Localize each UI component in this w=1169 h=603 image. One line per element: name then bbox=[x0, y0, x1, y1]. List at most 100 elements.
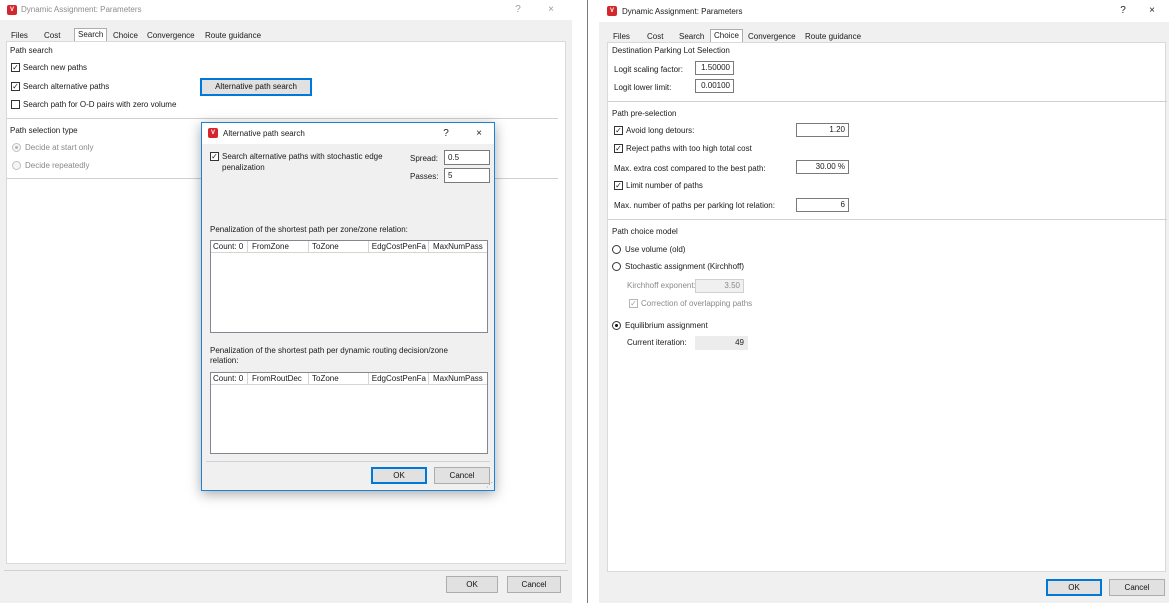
decide-at-start-radio[interactable] bbox=[12, 143, 21, 152]
kirchhoff-label: Kirchhoff exponent: bbox=[627, 281, 696, 290]
search-new-paths-checkbox[interactable]: ✓ bbox=[11, 63, 20, 72]
logit-lower-input[interactable]: 0.00100 bbox=[695, 79, 734, 93]
use-volume-label: Use volume (old) bbox=[625, 245, 686, 254]
tab-choice[interactable]: Choice bbox=[110, 30, 141, 41]
table-header: Count: 0 FromZone ToZone EdgCostPenFa Ma… bbox=[211, 241, 487, 253]
tab-route-guidance[interactable]: Route guidance bbox=[802, 31, 864, 42]
correction-overlap-checkbox[interactable]: ✓ bbox=[629, 299, 638, 308]
reject-cost-checkbox[interactable]: ✓ bbox=[614, 144, 623, 153]
path-selection-header: Path selection type bbox=[10, 126, 78, 135]
app-logo-icon: V bbox=[607, 6, 617, 16]
column-header-tozone[interactable]: ToZone bbox=[309, 373, 369, 385]
search-zero-volume-label: Search path for O-D pairs with zero volu… bbox=[23, 100, 177, 109]
close-icon[interactable]: × bbox=[1144, 4, 1160, 18]
avoid-detours-checkbox[interactable]: ✓ bbox=[614, 126, 623, 135]
ok-button[interactable]: OK bbox=[1046, 579, 1102, 596]
tab-convergence[interactable]: Convergence bbox=[745, 31, 799, 42]
equilibrium-label: Equilibrium assignment bbox=[625, 321, 708, 330]
tab-files[interactable]: Files bbox=[610, 31, 633, 42]
tab-cost[interactable]: Cost bbox=[41, 30, 63, 41]
tab-convergence[interactable]: Convergence bbox=[144, 30, 198, 41]
choice-model-header: Path choice model bbox=[612, 227, 678, 236]
app-logo-icon: V bbox=[208, 128, 218, 138]
max-extra-cost-input[interactable]: 30.00 % bbox=[796, 160, 849, 174]
column-header-edgcostpenfa[interactable]: EdgCostPenFa bbox=[369, 241, 429, 253]
help-icon[interactable]: ? bbox=[438, 127, 454, 141]
stochastic-penalization-label: Search alternative paths with stochastic… bbox=[222, 152, 383, 161]
help-icon[interactable]: ? bbox=[1115, 4, 1131, 18]
search-alternative-paths-label: Search alternative paths bbox=[23, 82, 110, 91]
app-logo-icon: V bbox=[7, 5, 17, 15]
column-header-edgcostpenfa[interactable]: EdgCostPenFa bbox=[369, 373, 429, 385]
right-window-title: Dynamic Assignment: Parameters bbox=[622, 7, 743, 16]
correction-overlap-label: Correction of overlapping paths bbox=[641, 299, 753, 308]
stochastic-penalization-checkbox[interactable]: ✓ bbox=[210, 152, 219, 161]
column-header-fromroutdec[interactable]: FromRoutDec bbox=[248, 373, 309, 385]
right-tab-bar: Files Cost Search Choice Convergence Rou… bbox=[607, 29, 1163, 42]
tab-files[interactable]: Files bbox=[8, 30, 31, 41]
close-icon[interactable]: × bbox=[471, 127, 487, 141]
dialog-title-bar[interactable]: V Alternative path search ? × bbox=[202, 123, 494, 144]
resize-grip-icon[interactable]: ⋰ bbox=[486, 481, 493, 489]
column-header-maxnumpass[interactable]: MaxNumPass bbox=[429, 241, 489, 253]
divider bbox=[608, 101, 1167, 102]
max-paths-input[interactable]: 6 bbox=[796, 198, 849, 212]
alternative-path-search-button[interactable]: Alternative path search bbox=[200, 78, 312, 96]
tab-search[interactable]: Search bbox=[676, 31, 707, 42]
max-paths-label: Max. number of paths per parking lot rel… bbox=[614, 201, 775, 210]
path-search-header: Path search bbox=[10, 46, 53, 55]
destination-parking-header: Destination Parking Lot Selection bbox=[612, 46, 730, 55]
left-window-title: Dynamic Assignment: Parameters bbox=[21, 5, 142, 14]
stochastic-radio[interactable] bbox=[612, 262, 621, 271]
column-header-fromzone[interactable]: FromZone bbox=[248, 241, 309, 253]
help-icon[interactable]: ? bbox=[510, 3, 526, 17]
alternative-path-search-dialog: V Alternative path search ? × ✓ Search a… bbox=[201, 122, 495, 491]
left-tab-bar: Files Cost Search Choice Convergence Rou… bbox=[6, 28, 566, 41]
current-iteration-value: 49 bbox=[695, 336, 748, 350]
avoid-detours-input[interactable]: 1.20 bbox=[796, 123, 849, 137]
passes-input[interactable]: 5 bbox=[444, 168, 490, 183]
dialog-cancel-button[interactable]: Cancel bbox=[434, 467, 490, 484]
tab-cost[interactable]: Cost bbox=[644, 31, 666, 42]
dialog-footer-divider bbox=[206, 461, 490, 462]
search-new-paths-label: Search new paths bbox=[23, 63, 88, 72]
ok-button[interactable]: OK bbox=[446, 576, 498, 593]
current-iteration-label: Current iteration: bbox=[627, 338, 687, 347]
column-header-tozone[interactable]: ToZone bbox=[309, 241, 369, 253]
right-dialog-window: V Dynamic Assignment: Parameters ? × Fil… bbox=[599, 0, 1169, 603]
column-header-count[interactable]: Count: 0 bbox=[211, 373, 248, 385]
passes-label: Passes: bbox=[410, 172, 439, 181]
spread-input[interactable]: 0.5 bbox=[444, 150, 490, 165]
cancel-button[interactable]: Cancel bbox=[1109, 579, 1165, 596]
panel-divider bbox=[587, 0, 588, 603]
cancel-button[interactable]: Cancel bbox=[507, 576, 561, 593]
tab-search[interactable]: Search bbox=[74, 28, 108, 41]
search-zero-volume-checkbox[interactable] bbox=[11, 100, 20, 109]
limit-paths-checkbox[interactable]: ✓ bbox=[614, 181, 623, 190]
column-header-maxnumpass[interactable]: MaxNumPass bbox=[429, 373, 489, 385]
right-title-bar[interactable]: V Dynamic Assignment: Parameters ? × bbox=[599, 0, 1169, 22]
routing-penalization-header: Penalization of the shortest path per dy… bbox=[210, 346, 448, 355]
table-header: Count: 0 FromRoutDec ToZone EdgCostPenFa… bbox=[211, 373, 487, 385]
zone-penalization-table[interactable]: Count: 0 FromZone ToZone EdgCostPenFa Ma… bbox=[210, 240, 488, 333]
tab-choice[interactable]: Choice bbox=[710, 29, 743, 42]
column-header-count[interactable]: Count: 0 bbox=[211, 241, 248, 253]
search-alternative-paths-checkbox[interactable]: ✓ bbox=[11, 82, 20, 91]
logit-scaling-label: Logit scaling factor: bbox=[614, 65, 683, 74]
routing-penalization-table[interactable]: Count: 0 FromRoutDec ToZone EdgCostPenFa… bbox=[210, 372, 488, 454]
use-volume-radio[interactable] bbox=[612, 245, 621, 254]
divider bbox=[7, 118, 558, 119]
kirchhoff-input[interactable]: 3.50 bbox=[695, 279, 744, 293]
close-icon[interactable]: × bbox=[543, 3, 559, 17]
stochastic-penalization-label-line2: penalization bbox=[222, 163, 265, 172]
left-title-bar[interactable]: V Dynamic Assignment: Parameters ? × bbox=[0, 0, 572, 20]
choice-tab-panel: Destination Parking Lot Selection Logit … bbox=[607, 42, 1167, 572]
decide-repeatedly-radio[interactable] bbox=[12, 161, 21, 170]
limit-paths-label: Limit number of paths bbox=[626, 181, 703, 190]
logit-scaling-input[interactable]: 1.50000 bbox=[695, 61, 734, 75]
divider bbox=[608, 219, 1167, 220]
equilibrium-radio[interactable] bbox=[612, 321, 621, 330]
dialog-title: Alternative path search bbox=[223, 129, 305, 138]
tab-route-guidance[interactable]: Route guidance bbox=[202, 30, 264, 41]
dialog-ok-button[interactable]: OK bbox=[371, 467, 427, 484]
